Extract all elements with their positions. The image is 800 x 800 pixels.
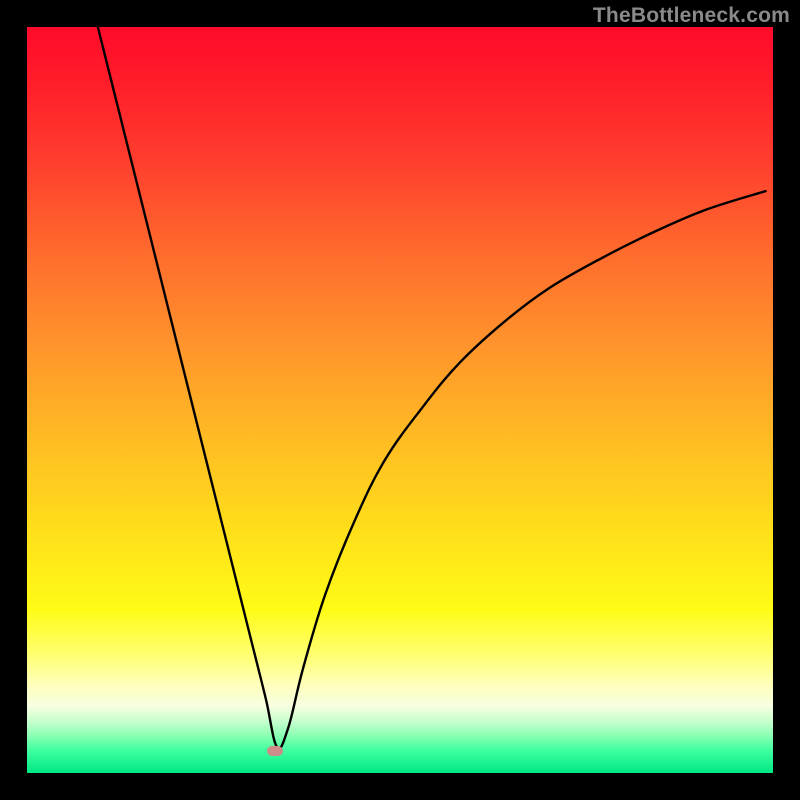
plot-area	[27, 27, 773, 773]
bottleneck-curve-path	[98, 27, 766, 748]
chart-frame: TheBottleneck.com	[0, 0, 800, 800]
optimal-point-marker	[267, 746, 283, 756]
watermark-text: TheBottleneck.com	[593, 4, 790, 28]
curve-layer	[27, 27, 773, 773]
